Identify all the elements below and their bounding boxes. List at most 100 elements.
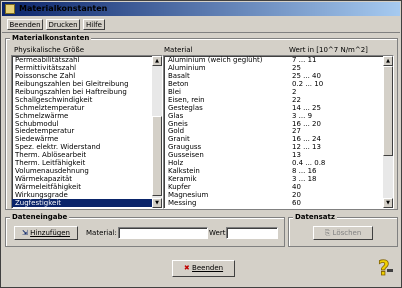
material-list-item[interactable]: Gold 27	[164, 127, 393, 135]
material-list-item[interactable]: Holz 0.4 ... 0.8	[164, 159, 393, 167]
add-icon: ⇲	[22, 229, 28, 237]
material-name: Aluminium	[168, 63, 206, 72]
material-value: 40	[292, 183, 301, 191]
svg-text:?: ?	[378, 256, 390, 279]
material-list-item[interactable]: Blei 2	[164, 88, 393, 96]
property-list-item[interactable]: Wirkungsgrade	[12, 191, 162, 199]
material-value: 60	[292, 198, 301, 207]
scroll-up-button[interactable]: ▲	[152, 56, 162, 66]
materialkonstanten-group: Materialkonstanten Physikalische Größe M…	[5, 34, 398, 210]
property-list-item[interactable]: Schallgeschwindigkeit	[12, 96, 162, 104]
hilfe-menu-button[interactable]: Hilfe	[83, 19, 105, 30]
material-value: 0.4 ... 0.8	[292, 159, 326, 168]
material-list-item[interactable]: Keramik 3 ... 18	[164, 175, 393, 183]
scroll-down-button[interactable]: ▼	[383, 198, 393, 208]
datensatz-group: Datensatz ⎘ Löschen	[288, 213, 398, 247]
property-list-item[interactable]: Siedetemperatur	[12, 127, 162, 135]
material-value: 2	[292, 87, 297, 96]
material-column-header: Material	[164, 46, 193, 54]
material-value: 13	[292, 151, 301, 160]
property-list-item[interactable]: Poissonsche Zahl	[12, 72, 162, 80]
property-list-item[interactable]: Permittivitätszahl	[12, 64, 162, 72]
wert-label: Wert:	[209, 229, 228, 237]
material-name: Aluminium (weich geglüht)	[168, 56, 263, 64]
property-list-item[interactable]: Spez. elektr. Widerstand	[12, 143, 162, 151]
beenden-button[interactable]: ✖ Beenden	[172, 260, 235, 277]
property-list-item[interactable]: Schmelztemperatur	[12, 104, 162, 112]
material-list-item[interactable]: Aluminium (weich geglüht) 7 ... 11	[164, 56, 393, 64]
materials-scrollbar[interactable]: ▲ ▼	[383, 56, 393, 208]
material-name: Magnesium	[168, 190, 209, 199]
material-name: Gusseisen	[168, 151, 204, 160]
title-bar[interactable]: Materialkonstanten	[2, 2, 400, 16]
material-name: Gneis	[168, 119, 188, 128]
material-value: 8 ... 16	[292, 167, 317, 176]
wert-input[interactable]	[226, 227, 278, 239]
property-list-item[interactable]: Schubmodul	[12, 120, 162, 128]
material-list-item[interactable]: Gneis 16 ... 20	[164, 120, 393, 128]
properties-scrollbar[interactable]: ▲ ▼	[152, 56, 162, 208]
help-icon[interactable]: ?	[375, 255, 395, 280]
material-list-item[interactable]: Eisen, rein 22	[164, 96, 393, 104]
material-name: Glas	[168, 111, 184, 120]
property-list-item[interactable]: Siedewärme	[12, 135, 162, 143]
property-list-item[interactable]: Therm. Ablösearbeit	[12, 151, 162, 159]
property-list-item[interactable]: Reibungszahlen bei Gleitreibung	[12, 80, 162, 88]
material-list-item[interactable]: Basalt 25 ... 40	[164, 72, 393, 80]
materials-list[interactable]: Aluminium (weich geglüht) 7 ... 11 Alumini…	[163, 55, 394, 209]
property-list-item[interactable]: Wärmekapazität	[12, 175, 162, 183]
main-window: Materialkonstanten Beenden Drucken Hilfe…	[0, 0, 402, 288]
property-list-item[interactable]: Reibungszahlen bei Haftreibung	[12, 88, 162, 96]
material-name: Beton	[168, 79, 189, 88]
material-list-item[interactable]: Grauguss 12 ... 13	[164, 143, 393, 151]
material-list-item[interactable]: Magnesium 20	[164, 191, 393, 199]
material-value: 7 ... 11	[292, 56, 317, 64]
material-name: Basalt	[168, 71, 190, 80]
toolbar: Beenden Drucken Hilfe	[2, 17, 400, 33]
scroll-up-button[interactable]: ▲	[383, 56, 393, 66]
dateneingabe-group-title: Dateneingabe	[10, 213, 70, 221]
drucken-menu-button[interactable]: Drucken	[46, 19, 80, 30]
material-name: Holz	[168, 159, 184, 168]
material-list-item[interactable]: Glas 3 ... 9	[164, 112, 393, 120]
material-list-item[interactable]: Kupfer 40	[164, 183, 393, 191]
property-list-item[interactable]: Permeabilitätszahl	[12, 56, 162, 64]
property-list-item[interactable]: Volumenausdehnung	[12, 167, 162, 175]
material-value: 25	[292, 63, 301, 72]
material-value: 27	[292, 127, 301, 136]
properties-list[interactable]: Permeabilitätszahl Permittivitätszahl Pois…	[11, 55, 163, 209]
material-value: 16 ... 20	[292, 119, 321, 128]
material-list-item[interactable]: Granit 16 ... 24	[164, 135, 393, 143]
property-list-item[interactable]: Wärmeleitfähigkeit	[12, 183, 162, 191]
property-list-item[interactable]: Schmelzwärme	[12, 112, 162, 120]
material-name: Gold	[168, 127, 185, 136]
scroll-thumb[interactable]	[383, 66, 393, 156]
delete-icon: ⎘	[324, 229, 331, 237]
window-title: Materialkonstanten	[19, 4, 108, 13]
loeschen-label: Löschen	[332, 229, 362, 237]
material-input[interactable]	[118, 227, 208, 239]
material-list-item[interactable]: Gusseisen 13	[164, 151, 393, 159]
material-name: Messing	[168, 198, 197, 207]
scroll-down-button[interactable]: ▼	[152, 198, 162, 208]
material-name: Granit	[168, 135, 190, 144]
material-label: Material:	[86, 229, 117, 237]
property-list-item[interactable]: Therm. Leitfähigkeit	[12, 159, 162, 167]
material-name: Grauguss	[168, 143, 202, 152]
loeschen-button[interactable]: ⎘ Löschen	[313, 226, 373, 240]
material-value: 3 ... 18	[292, 175, 317, 184]
datensatz-group-title: Datensatz	[293, 213, 337, 221]
close-icon: ✖	[183, 264, 190, 272]
material-list-item[interactable]: Beton 0.2 ... 10	[164, 80, 393, 88]
beenden-label: Beenden	[192, 264, 224, 272]
material-list-item[interactable]: Aluminium 25	[164, 64, 393, 72]
scroll-thumb[interactable]	[152, 116, 162, 196]
hinzufuegen-button[interactable]: ⇲ Hinzufügen	[14, 226, 78, 240]
property-list-item[interactable]: Zugfestigkeit	[12, 198, 162, 207]
material-list-item[interactable]: Kalkstein 8 ... 16	[164, 167, 393, 175]
beenden-menu-button[interactable]: Beenden	[7, 19, 43, 30]
material-list-item[interactable]: Gesteglas 14 ... 25	[164, 104, 393, 112]
material-value: 3 ... 9	[292, 111, 313, 120]
material-list-item[interactable]: Messing 60	[164, 199, 393, 207]
material-value: 14 ... 25	[292, 103, 321, 112]
